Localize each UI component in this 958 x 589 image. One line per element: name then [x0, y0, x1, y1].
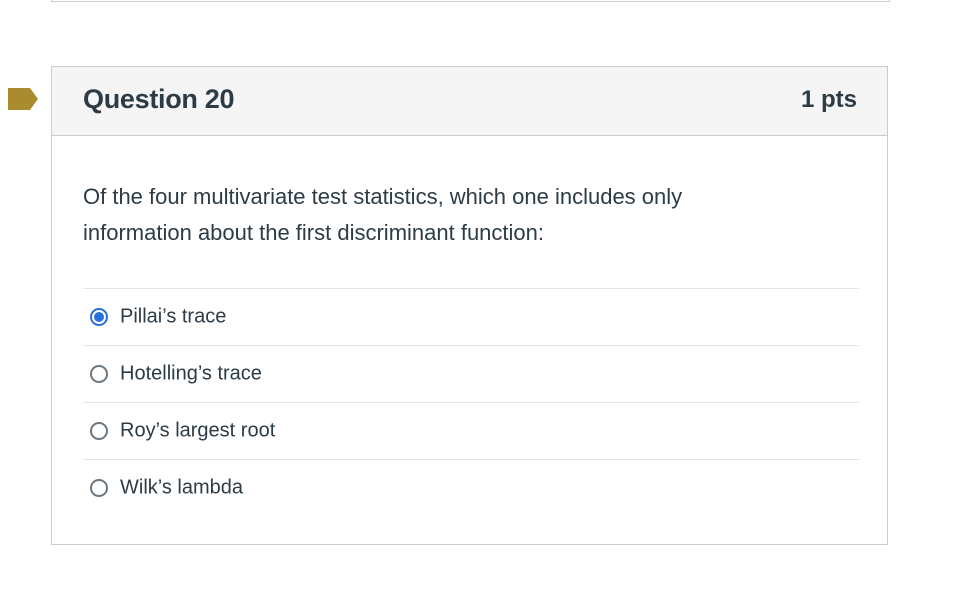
- question-card: Question 20 1 pts Of the four multivaria…: [51, 66, 888, 545]
- answer-option[interactable]: Pillai’s trace: [83, 288, 859, 345]
- radio-button[interactable]: [90, 479, 108, 497]
- answer-label[interactable]: Wilk’s lambda: [120, 477, 243, 500]
- previous-question-card-edge: [51, 0, 890, 2]
- question-title: Question 20: [83, 84, 235, 114]
- question-flag-icon[interactable]: [8, 88, 38, 110]
- question-header: Question 20 1 pts: [52, 67, 887, 136]
- answer-label[interactable]: Hotelling’s trace: [120, 363, 262, 386]
- answer-list: Pillai’s trace Hotelling’s trace Roy’s l…: [83, 288, 859, 516]
- answer-option[interactable]: Roy’s largest root: [83, 402, 859, 459]
- radio-button-selected[interactable]: [90, 308, 108, 326]
- radio-button[interactable]: [90, 422, 108, 440]
- answer-label[interactable]: Pillai’s trace: [120, 306, 226, 329]
- answer-label[interactable]: Roy’s largest root: [120, 420, 275, 443]
- radio-button[interactable]: [90, 365, 108, 383]
- answer-option[interactable]: Hotelling’s trace: [83, 345, 859, 402]
- answer-option[interactable]: Wilk’s lambda: [83, 459, 859, 516]
- question-text: Of the four multivariate test statistics…: [83, 184, 683, 245]
- question-points: 1 pts: [800, 86, 857, 113]
